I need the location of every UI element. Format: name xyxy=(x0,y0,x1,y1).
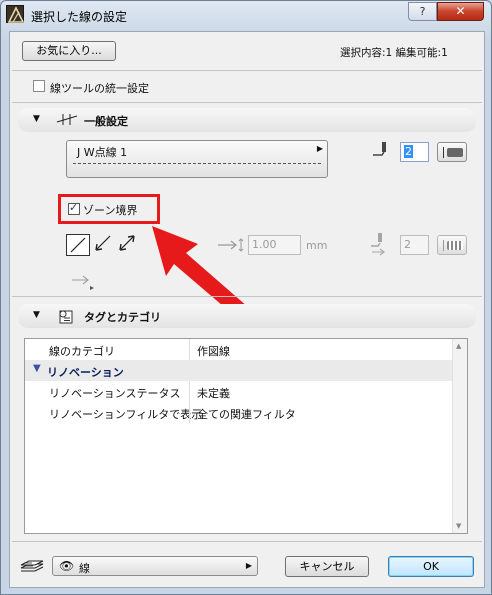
column-divider xyxy=(189,381,190,402)
expand-triangle-icon: ▼ xyxy=(33,363,41,374)
divider xyxy=(12,70,482,71)
arrow-type-icon xyxy=(70,272,96,293)
table-row[interactable]: リノベーションステータス 未定義 xyxy=(25,381,453,402)
line-type-dropdown[interactable]: J W点線 1 ▶ xyxy=(66,140,328,178)
row-name: リノベーションフィルタで表示 xyxy=(49,408,203,421)
pen-number-field[interactable]: 2 xyxy=(400,142,429,162)
pen-tick xyxy=(443,240,444,251)
arrow-pen-field[interactable]: 2 xyxy=(400,235,429,255)
scroll-down-icon[interactable]: ▼ xyxy=(456,522,461,530)
archicad-app-icon xyxy=(6,5,25,23)
unify-settings-checkbox[interactable] xyxy=(33,80,45,92)
category-grid: 線のカテゴリ 作図線 ▼ リノベーション リノベーションステータス 未定義 リノ… xyxy=(24,338,468,534)
group-row-renovation[interactable]: ▼ リノベーション xyxy=(25,360,453,381)
collapse-triangle-icon: ▼ xyxy=(33,114,40,124)
line-type-preview xyxy=(73,163,321,164)
dropdown-arrow-icon: ▶ xyxy=(245,561,252,570)
zone-boundary-checkbox[interactable] xyxy=(68,201,80,215)
general-settings-title: 一般設定 xyxy=(84,115,128,128)
layer-name: 線 xyxy=(79,562,90,575)
column-divider xyxy=(189,402,190,423)
favorites-button[interactable]: お気に入り... xyxy=(22,41,116,61)
tag-icon xyxy=(56,307,76,328)
line-end-none-button[interactable] xyxy=(66,234,90,256)
group-name: リノベーション xyxy=(47,366,124,379)
arrow-both-button[interactable] xyxy=(116,234,140,256)
divider xyxy=(12,296,482,297)
pen-icon xyxy=(371,141,389,164)
row-value: 作図線 xyxy=(197,345,230,358)
eye-icon: 👁 xyxy=(59,559,75,573)
close-button[interactable]: ✕ xyxy=(437,2,484,21)
tags-categories-header[interactable]: ▼ タグとカテゴリ xyxy=(18,304,476,328)
row-name: リノベーションステータス xyxy=(49,387,181,400)
layers-icon xyxy=(19,556,45,579)
row-value: 全ての関連フィルタ xyxy=(197,408,296,421)
collapse-triangle-icon: ▼ xyxy=(33,310,40,320)
line-tool-icon xyxy=(56,111,78,130)
divider xyxy=(12,541,482,542)
row-name: 線のカテゴリ xyxy=(49,345,115,358)
unify-settings-label: 線ツールの統一設定 xyxy=(50,82,149,95)
dialog-window: 選択した線の設定 ? ✕ お気に入り... 選択内容:1 編集可能:1 線ツール… xyxy=(0,0,492,595)
pen-number-value: 2 xyxy=(404,145,413,158)
layer-dropdown[interactable]: 👁 線 ▶ xyxy=(52,556,258,576)
pen-color-swatch[interactable] xyxy=(437,142,467,162)
zone-boundary-label: ゾーン境界 xyxy=(83,204,138,217)
divider xyxy=(12,102,482,103)
ok-button[interactable]: OK xyxy=(388,556,474,577)
table-row[interactable]: 線のカテゴリ 作図線 xyxy=(25,339,453,360)
tags-categories-title: タグとカテゴリ xyxy=(84,311,161,324)
window-title: 選択した線の設定 xyxy=(31,10,128,24)
scroll-up-icon[interactable]: ▲ xyxy=(456,342,461,350)
general-settings-header[interactable]: ▼ 一般設定 xyxy=(18,108,476,132)
arrow-pen-swatch[interactable] xyxy=(437,235,467,255)
dropdown-arrow-icon: ▶ xyxy=(316,144,323,153)
pen-color-bar xyxy=(447,148,463,157)
help-button[interactable]: ? xyxy=(408,2,437,21)
grid-scrollbar[interactable]: ▲ ▼ xyxy=(452,339,467,533)
dialog-content: お気に入り... 選択内容:1 編集可能:1 線ツールの統一設定 ▼ 一般設定 … xyxy=(9,31,485,588)
title-bar: 選択した線の設定 ? ✕ xyxy=(1,1,491,31)
selection-info: 選択内容:1 編集可能:1 xyxy=(340,47,448,59)
arrow-size-field[interactable]: 1.00 xyxy=(248,235,301,255)
arrow-pen-icon xyxy=(368,232,390,259)
cancel-button[interactable]: キャンセル xyxy=(285,556,369,577)
arrow-size-icon xyxy=(216,236,246,257)
row-value: 未定義 xyxy=(197,387,230,400)
arrow-start-button[interactable] xyxy=(92,234,116,256)
column-divider xyxy=(189,339,190,360)
arrow-size-unit: mm xyxy=(306,239,328,252)
line-type-name: J W点線 1 xyxy=(77,146,128,159)
table-row[interactable]: リノベーションフィルタで表示 全ての関連フィルタ xyxy=(25,402,453,423)
pen-tick xyxy=(443,147,444,158)
pen-color-bar xyxy=(447,241,463,250)
